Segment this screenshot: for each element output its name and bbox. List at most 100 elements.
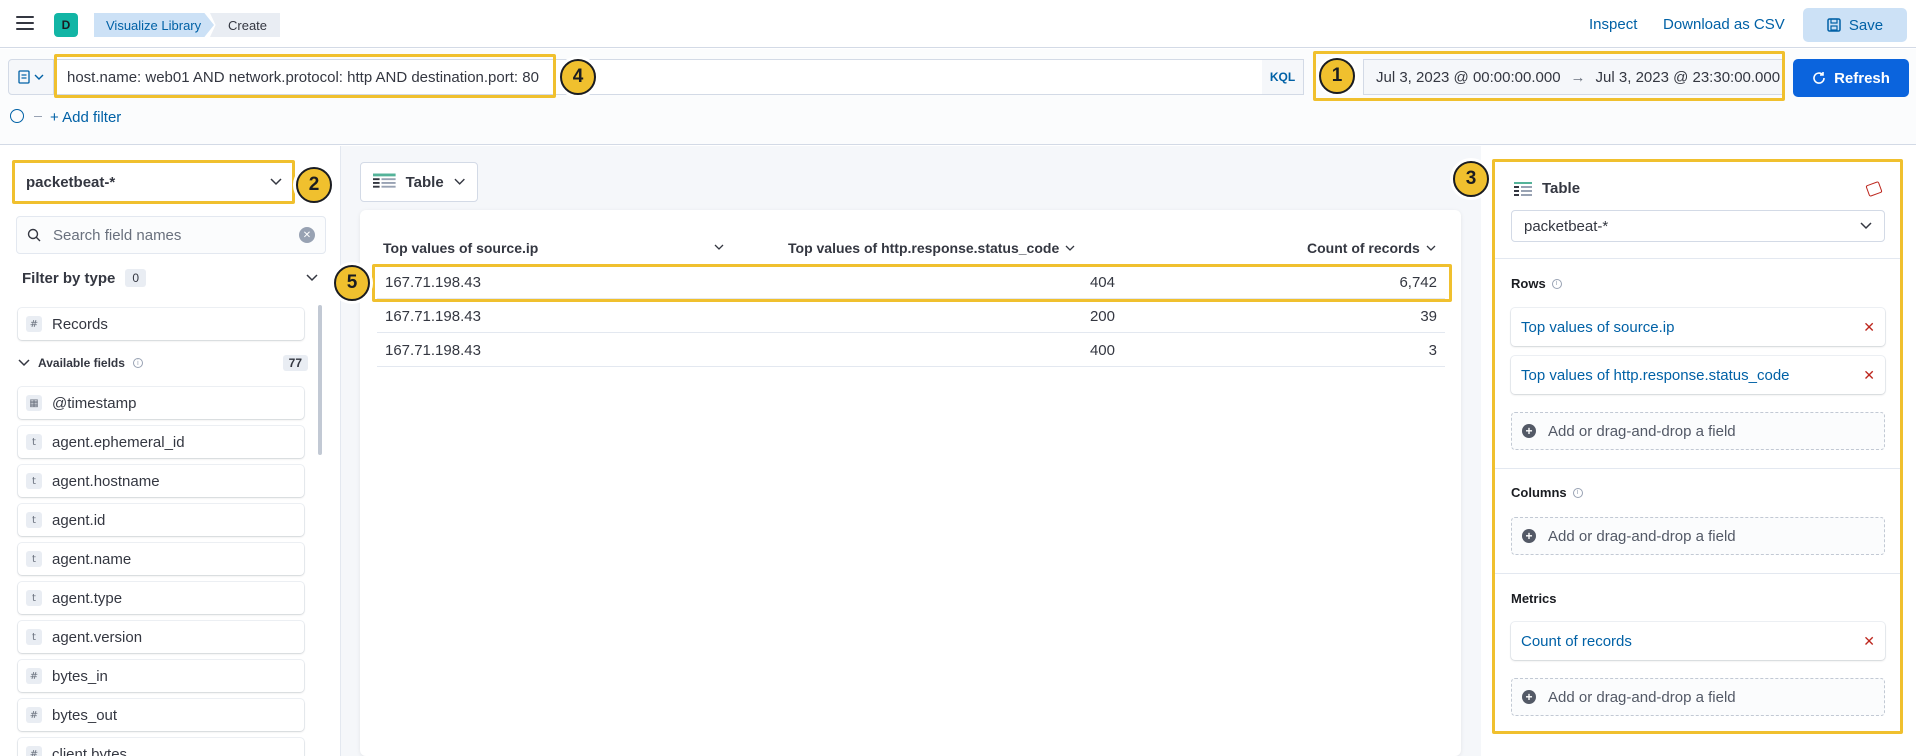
field-name: agent.name — [52, 550, 132, 568]
row-dimension-status-code[interactable]: Top values of http.response.status_code … — [1511, 356, 1885, 394]
field-item[interactable]: t agent.ephemeral_id — [18, 426, 304, 458]
refresh-button[interactable]: Refresh — [1793, 59, 1909, 97]
metric-count-of-records[interactable]: Count of records ✕ — [1511, 622, 1885, 660]
available-fields-header[interactable]: Available fields i 77 — [18, 352, 308, 374]
field-name: agent.version — [52, 628, 143, 646]
number-type-icon: # — [26, 668, 42, 684]
dimension-label: Count of records — [1521, 632, 1632, 650]
field-name: bytes_in — [52, 667, 108, 685]
index-pattern-selector[interactable]: packetbeat-* — [14, 162, 294, 202]
table-icon — [373, 173, 396, 188]
filter-options-icon[interactable] — [10, 109, 24, 123]
dimension-label: Top values of source.ip — [1521, 318, 1675, 336]
field-search-placeholder: Search field names — [53, 226, 182, 244]
date-start[interactable]: Jul 3, 2023 @ 00:00:00.000 — [1376, 69, 1561, 86]
field-item[interactable]: t agent.hostname — [18, 465, 304, 497]
add-filter-button[interactable]: + Add filter — [50, 109, 121, 126]
search-icon — [27, 228, 41, 242]
plus-icon: + — [1522, 690, 1536, 704]
field-item[interactable]: t agent.version — [18, 621, 304, 653]
chevron-down-icon[interactable] — [714, 244, 724, 250]
records-field[interactable]: # Records — [18, 308, 304, 340]
cell-count: 6,742 — [1399, 274, 1437, 291]
download-csv-link[interactable]: Download as CSV — [1663, 16, 1785, 33]
row-dimension-source-ip[interactable]: Top values of source.ip ✕ — [1511, 308, 1885, 346]
inspect-link[interactable]: Inspect — [1589, 16, 1637, 33]
date-picker[interactable]: Jul 3, 2023 @ 00:00:00.000 → Jul 3, 2023… — [1363, 59, 1783, 95]
annotation-marker-3: 3 — [1453, 161, 1489, 197]
field-item[interactable]: t agent.id — [18, 504, 304, 536]
field-item[interactable]: t agent.type — [18, 582, 304, 614]
add-field-label: Add or drag-and-drop a field — [1548, 527, 1736, 545]
field-item[interactable]: # bytes_out — [18, 699, 304, 731]
info-icon: i — [1572, 487, 1583, 498]
kql-language-button[interactable]: KQL — [1262, 59, 1304, 95]
add-field-label: Add or drag-and-drop a field — [1548, 422, 1736, 440]
remove-icon[interactable]: ✕ — [1863, 367, 1875, 384]
column-header-label: Count of records — [1307, 240, 1420, 256]
cell-status-code: 200 — [1089, 308, 1115, 325]
field-name: agent.hostname — [52, 472, 160, 490]
info-icon: i — [1551, 278, 1562, 289]
saved-query-icon — [18, 70, 30, 84]
string-type-icon: t — [26, 590, 42, 606]
column-header-count[interactable]: Count of records — [1307, 237, 1436, 259]
field-item[interactable]: ▦ @timestamp — [18, 387, 304, 419]
column-header-source-ip[interactable]: Top values of source.ip — [383, 237, 538, 259]
columns-add-field[interactable]: + Add or drag-and-drop a field — [1511, 517, 1885, 555]
sidebar-scrollbar[interactable] — [318, 305, 322, 455]
chevron-down-icon — [18, 359, 30, 367]
column-header-status-code[interactable]: Top values of http.response.status_code — [788, 237, 1075, 259]
column-header-label: Top values of source.ip — [383, 240, 539, 256]
chevron-down-icon — [1860, 222, 1872, 230]
remove-icon[interactable]: ✕ — [1863, 319, 1875, 336]
cell-count: 39 — [1420, 308, 1437, 325]
chevron-down-icon — [454, 178, 465, 185]
breadcrumb-visualize-library[interactable]: Visualize Library — [94, 13, 214, 37]
field-name: agent.id — [52, 511, 106, 529]
string-type-icon: t — [26, 473, 42, 489]
field-item[interactable]: t agent.name — [18, 543, 304, 575]
field-name: bytes_out — [52, 706, 118, 724]
query-input[interactable]: host.name: web01 AND network.protocol: h… — [54, 59, 1304, 95]
config-index-selector[interactable]: packetbeat-* — [1511, 210, 1885, 242]
string-type-icon: t — [26, 512, 42, 528]
rows-add-field[interactable]: + Add or drag-and-drop a field — [1511, 412, 1885, 450]
rows-section-label: Rows i — [1511, 276, 1562, 291]
table-row[interactable]: 167.71.198.43 400 3 — [377, 333, 1445, 367]
config-index-label: packetbeat-* — [1524, 217, 1609, 235]
chevron-down-icon — [1065, 245, 1075, 251]
refresh-label: Refresh — [1834, 69, 1890, 87]
space-avatar[interactable]: D — [54, 13, 78, 37]
index-pattern-label: packetbeat-* — [26, 173, 116, 191]
records-label: Records — [52, 315, 108, 333]
string-type-icon: t — [26, 434, 42, 450]
field-search[interactable]: Search field names ✕ — [16, 216, 326, 254]
date-end[interactable]: Jul 3, 2023 @ 23:30:00.000 — [1596, 69, 1781, 86]
field-item[interactable]: # bytes_in — [18, 660, 304, 692]
remove-icon[interactable]: ✕ — [1863, 633, 1875, 650]
breadcrumb-create: Create — [210, 13, 280, 37]
plus-icon: + — [1522, 529, 1536, 543]
number-type-icon: # — [26, 746, 42, 756]
chart-type-label: Table — [405, 173, 444, 191]
query-bar: host.name: web01 AND network.protocol: h… — [0, 49, 1916, 145]
number-type-icon: # — [26, 707, 42, 723]
menu-icon[interactable] — [16, 16, 34, 30]
filter-by-type[interactable]: Filter by type 0 — [14, 262, 326, 294]
table-row[interactable]: 167.71.198.43 200 39 — [377, 299, 1445, 333]
clear-search-icon[interactable]: ✕ — [299, 227, 315, 243]
save-button[interactable]: Save — [1803, 8, 1907, 42]
add-field-label: Add or drag-and-drop a field — [1548, 688, 1736, 706]
annotation-marker-2: 2 — [296, 167, 332, 203]
saved-query-button[interactable] — [8, 59, 54, 95]
metrics-add-field[interactable]: + Add or drag-and-drop a field — [1511, 678, 1885, 716]
field-name: client.bytes — [52, 745, 128, 756]
top-header: D Visualize Library Create Inspect Downl… — [0, 0, 1916, 48]
chart-type-switcher[interactable]: Table — [360, 162, 478, 202]
table-row[interactable]: 167.71.198.43 404 6,742 — [377, 265, 1445, 299]
string-type-icon: t — [26, 551, 42, 567]
cell-status-code: 400 — [1089, 342, 1115, 359]
field-item[interactable]: # client.bytes — [18, 738, 304, 756]
date-arrow-icon: → — [1570, 68, 1586, 86]
